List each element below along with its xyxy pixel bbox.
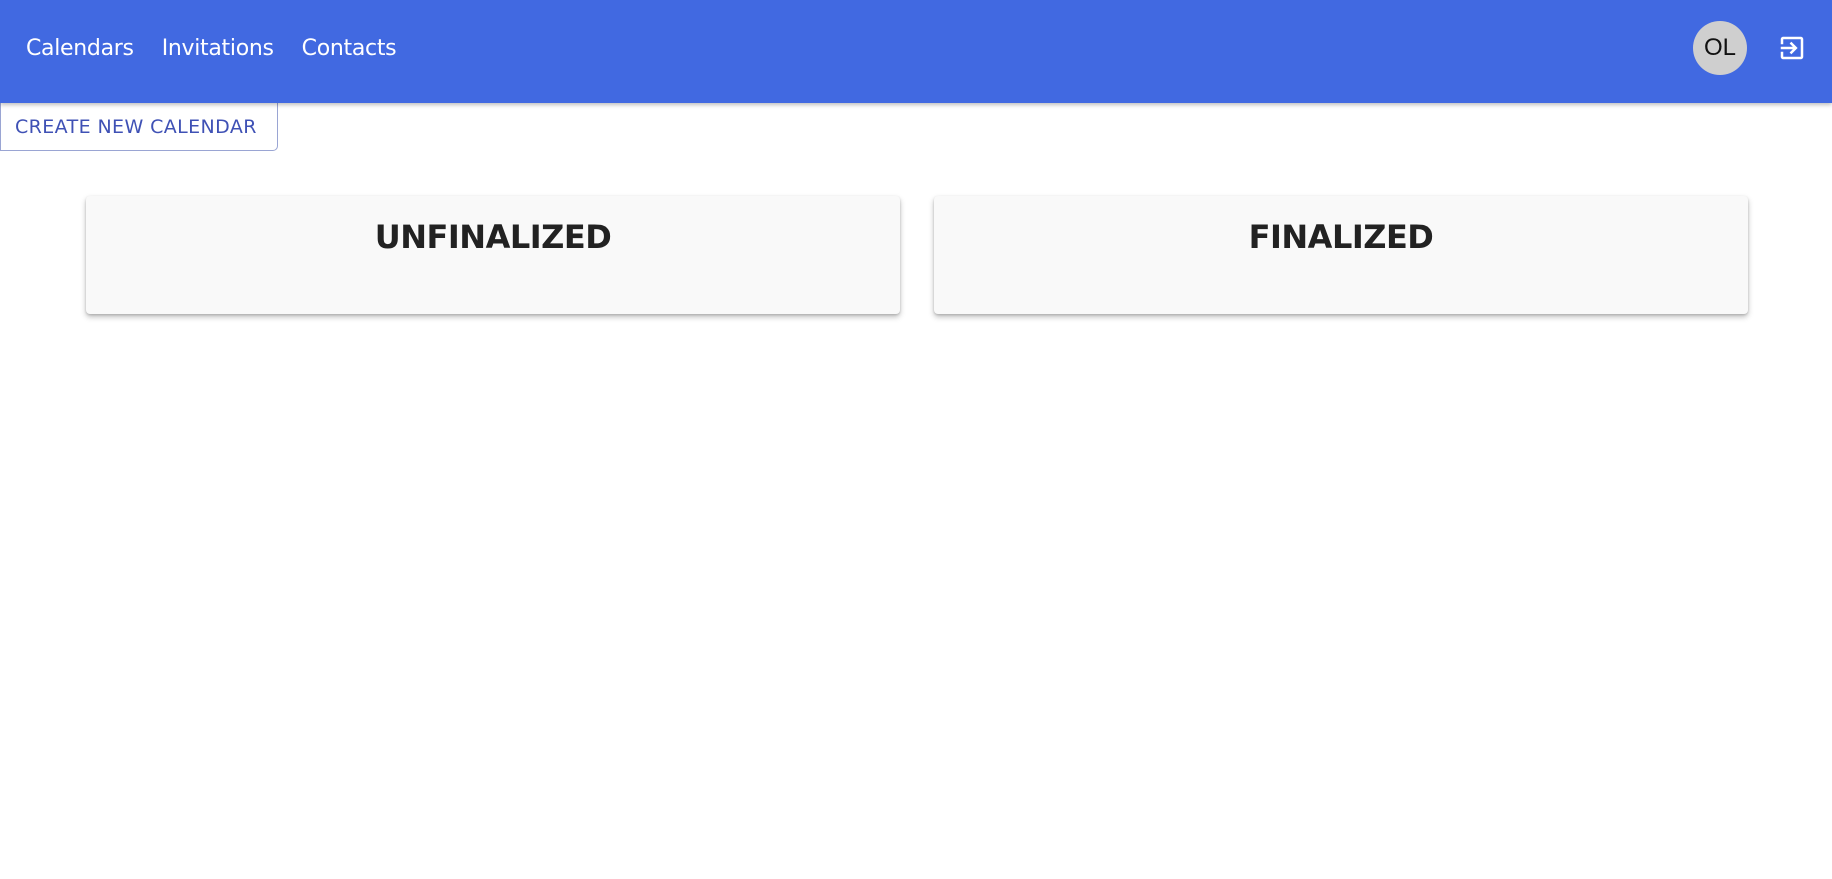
nav-invitations-link[interactable]: Invitations (162, 36, 274, 61)
top-app-bar: Calendars Invitations Contacts OL (0, 0, 1832, 103)
user-avatar[interactable]: OL (1693, 21, 1747, 75)
create-new-calendar-button[interactable]: CREATE NEW CALENDAR (0, 103, 278, 151)
finalized-card: FINALIZED (934, 196, 1748, 314)
main-nav: Calendars Invitations Contacts (26, 0, 397, 96)
nav-contacts-link[interactable]: Contacts (302, 36, 397, 61)
logout-button[interactable] (1777, 33, 1807, 63)
finalized-heading: FINALIZED (1248, 218, 1434, 256)
logout-icon (1780, 36, 1804, 60)
nav-calendars-link[interactable]: Calendars (26, 36, 134, 61)
avatar-initials: OL (1703, 34, 1736, 61)
unfinalized-heading: UNFINALIZED (374, 218, 612, 256)
unfinalized-card: UNFINALIZED (86, 196, 900, 314)
